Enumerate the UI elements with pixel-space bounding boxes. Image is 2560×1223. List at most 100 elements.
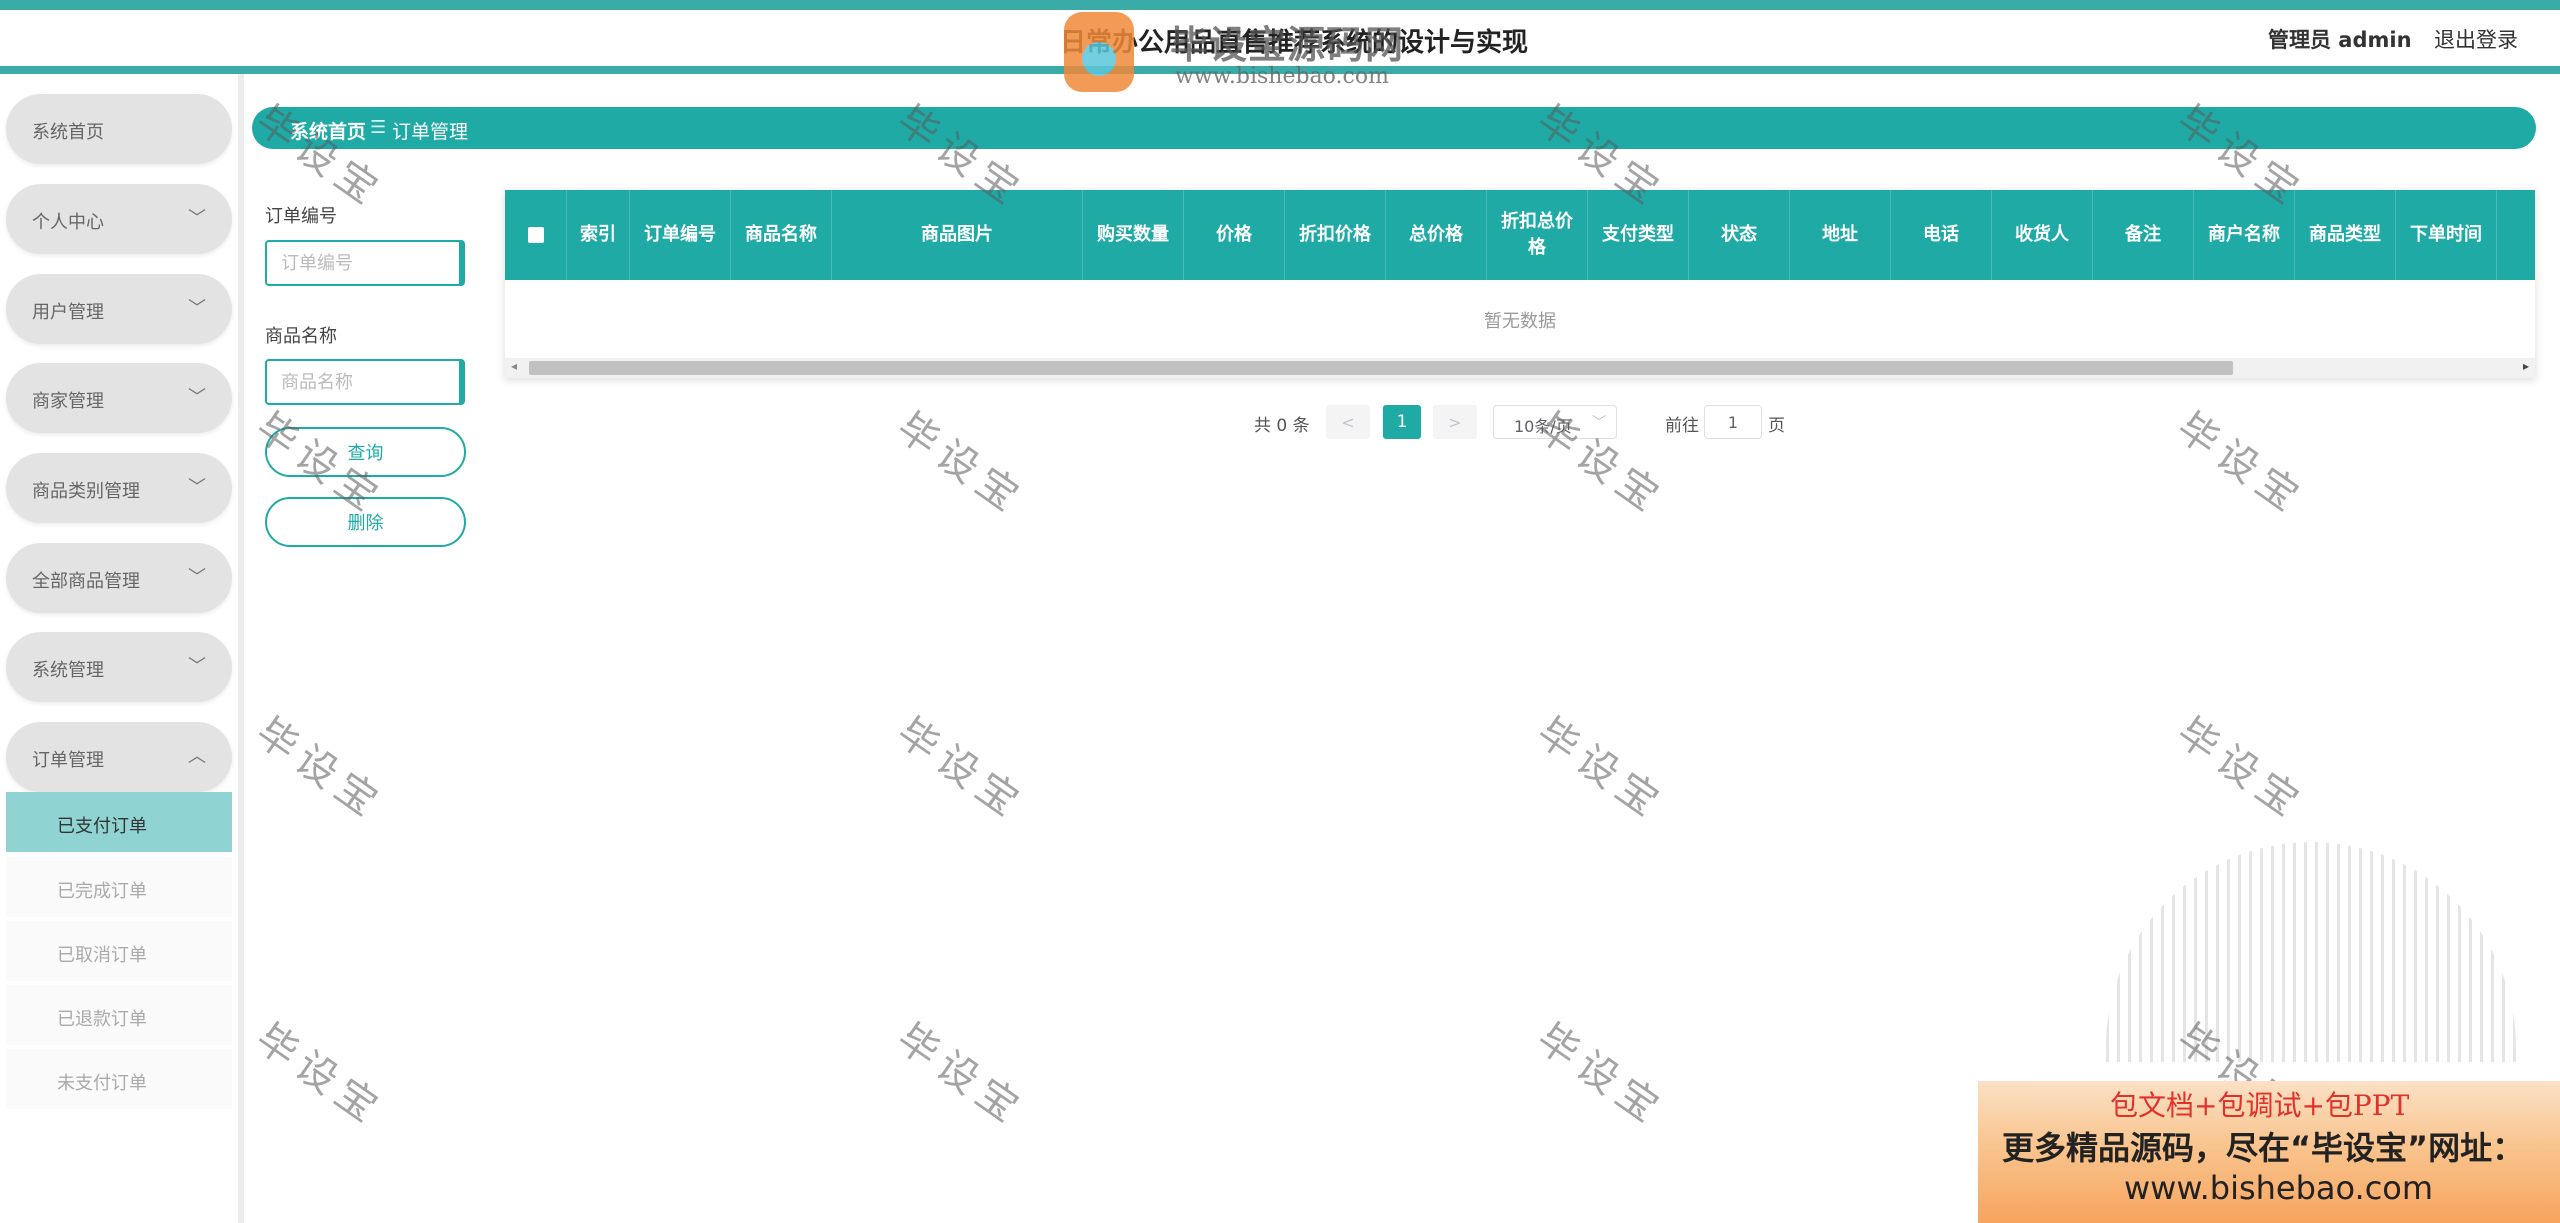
sidebar-item-system-management[interactable]: 系统管理 ﹀ <box>6 632 232 702</box>
chevron-down-icon: ﹀ <box>188 567 206 588</box>
scrollbar-thumb[interactable] <box>529 361 2233 375</box>
delete-button[interactable]: 删除 <box>265 497 466 547</box>
watermark-text: 毕设宝 <box>888 404 1033 525</box>
chevron-down-icon: ﹀ <box>188 477 206 498</box>
watermark-text: 毕设宝 <box>2168 709 2313 830</box>
column-header: 下单时间 <box>2396 190 2497 280</box>
sidebar-item-label: 用户管理 <box>32 302 104 323</box>
scroll-right-arrow-icon[interactable]: ▸ <box>2523 359 2529 373</box>
submenu-refunded-orders[interactable]: 已退款订单 <box>6 985 232 1045</box>
logo-icon <box>1064 12 1134 92</box>
pagination-page-suffix: 页 <box>1768 416 1785 436</box>
watermark-text: 毕设宝 <box>888 1015 1033 1136</box>
column-header: 备注 <box>2093 190 2194 280</box>
logo-url: www.bishebao.com <box>1175 64 1389 89</box>
column-header: 购买数量 <box>1083 190 1184 280</box>
watermark-text: 毕设宝 <box>247 1015 392 1136</box>
promo-headline: 更多精品源码，尽在“毕设宝”网址： <box>2002 1129 2525 1167</box>
sidebar-divider <box>238 74 244 1223</box>
pagination-page-1[interactable]: 1 <box>1383 405 1421 439</box>
column-header: 地址 <box>1790 190 1891 280</box>
submenu-label: 已退款订单 <box>57 1009 147 1030</box>
decorative-stripe-arc <box>2106 842 2516 1062</box>
chevron-up-icon: ︿ <box>188 746 206 767</box>
submenu-label: 已支付订单 <box>57 816 147 837</box>
sidebar-item-label: 全部商品管理 <box>32 571 140 592</box>
breadcrumb-home-link[interactable]: 系统首页 <box>290 117 366 144</box>
empty-table-message: 暂无数据 <box>1484 311 1556 332</box>
submenu-paid-orders[interactable]: 已支付订单 <box>6 792 232 852</box>
chevron-down-icon: ﹀ <box>188 208 206 229</box>
column-header: 商品图片 <box>832 190 1083 280</box>
breadcrumb <box>252 107 2536 149</box>
submenu-label: 已取消订单 <box>57 945 147 966</box>
pagination-goto-input[interactable] <box>1704 405 1762 439</box>
column-header: 收货人 <box>1992 190 2093 280</box>
sidebar-item-category-management[interactable]: 商品类别管理 ﹀ <box>6 453 232 523</box>
sidebar-item-label: 订单管理 <box>32 750 104 771</box>
order-no-input[interactable] <box>265 240 465 286</box>
promo-url: www.bishebao.com <box>2124 1169 2434 1207</box>
sidebar-item-personal-center[interactable]: 个人中心 ﹀ <box>6 184 232 254</box>
sidebar-item-merchant-management[interactable]: 商家管理 ﹀ <box>6 363 232 433</box>
promo-banner: 包文档+包调试+包PPT 更多精品源码，尽在“毕设宝”网址： www.bishe… <box>1978 1081 2560 1223</box>
sidebar-item-home[interactable]: 系统首页 <box>6 94 232 164</box>
submenu-unpaid-orders[interactable]: 未支付订单 <box>6 1049 232 1109</box>
watermark-text: 毕设宝 <box>888 709 1033 830</box>
chevron-down-icon: ﹀ <box>188 298 206 319</box>
select-all-cell[interactable] <box>505 190 567 280</box>
submenu-completed-orders[interactable]: 已完成订单 <box>6 857 232 917</box>
chevron-down-icon: ﹀ <box>1592 415 1606 431</box>
select-all-checkbox[interactable] <box>527 227 544 243</box>
column-header: 订单编号 <box>630 190 731 280</box>
sidebar-item-user-management[interactable]: 用户管理 ﹀ <box>6 274 232 344</box>
order-no-label: 订单编号 <box>265 206 337 227</box>
column-header: 折扣价格 <box>1285 190 1386 280</box>
chevron-down-icon: ﹀ <box>188 656 206 677</box>
pagination-next-button[interactable]: > <box>1433 405 1477 439</box>
column-header: 电话 <box>1891 190 1992 280</box>
sidebar-item-label: 系统首页 <box>32 122 104 143</box>
orders-table: 索引 订单编号 商品名称 商品图片 购买数量 价格 折扣价格 总价格 折扣总价格… <box>505 190 2535 378</box>
product-name-input[interactable] <box>265 359 465 405</box>
pagination-goto-label: 前往 <box>1665 416 1699 436</box>
product-name-label: 商品名称 <box>265 326 337 347</box>
chevron-down-icon: ﹀ <box>188 387 206 408</box>
page-size-value: 10条/页 <box>1514 417 1572 436</box>
logout-link[interactable]: 退出登录 <box>2434 24 2518 54</box>
column-header: 价格 <box>1184 190 1285 280</box>
site-logo-watermark: 毕设宝源码网 www.bishebao.com <box>1050 4 1440 94</box>
logo-text: 毕设宝源码网 <box>1170 23 1405 67</box>
submenu-cancelled-orders[interactable]: 已取消订单 <box>6 921 232 981</box>
sidebar-item-order-management[interactable]: 订单管理 ︿ <box>6 722 232 792</box>
scroll-left-arrow-icon[interactable]: ◂ <box>511 359 517 373</box>
sidebar-item-all-products[interactable]: 全部商品管理 ﹀ <box>6 543 232 613</box>
pagination-total: 共 0 条 <box>1254 416 1310 436</box>
column-header: 总价格 <box>1386 190 1487 280</box>
sidebar-item-label: 商品类别管理 <box>32 481 140 502</box>
submenu-label: 未支付订单 <box>57 1073 147 1094</box>
table-header: 索引 订单编号 商品名称 商品图片 购买数量 价格 折扣价格 总价格 折扣总价格… <box>505 190 2535 280</box>
column-header: 商品名称 <box>731 190 832 280</box>
sidebar-item-label: 个人中心 <box>32 212 104 233</box>
breadcrumb-separator-icon: ☰ <box>370 117 387 138</box>
promo-tagline: 包文档+包调试+包PPT <box>2110 1089 2410 1122</box>
horizontal-scrollbar[interactable]: ◂ ▸ <box>505 358 2535 378</box>
watermark-text: 毕设宝 <box>2168 404 2313 525</box>
column-header: 商品类型 <box>2295 190 2396 280</box>
sidebar-item-label: 商家管理 <box>32 391 104 412</box>
query-button[interactable]: 查询 <box>265 427 466 477</box>
column-header: 折扣总价格 <box>1487 190 1588 280</box>
column-header: 商户名称 <box>2194 190 2295 280</box>
watermark-text: 毕设宝 <box>1528 709 1673 830</box>
pagination-prev-button[interactable]: < <box>1326 405 1370 439</box>
column-header: 索引 <box>567 190 630 280</box>
page-size-select[interactable]: 10条/页 ﹀ <box>1493 405 1617 439</box>
watermark-text: 毕设宝 <box>1528 1015 1673 1136</box>
column-header: 支付类型 <box>1588 190 1689 280</box>
column-header: 状态 <box>1689 190 1790 280</box>
submenu-label: 已完成订单 <box>57 881 147 902</box>
sidebar-item-label: 系统管理 <box>32 660 104 681</box>
watermark-text: 毕设宝 <box>247 709 392 830</box>
breadcrumb-current: 订单管理 <box>392 121 469 143</box>
